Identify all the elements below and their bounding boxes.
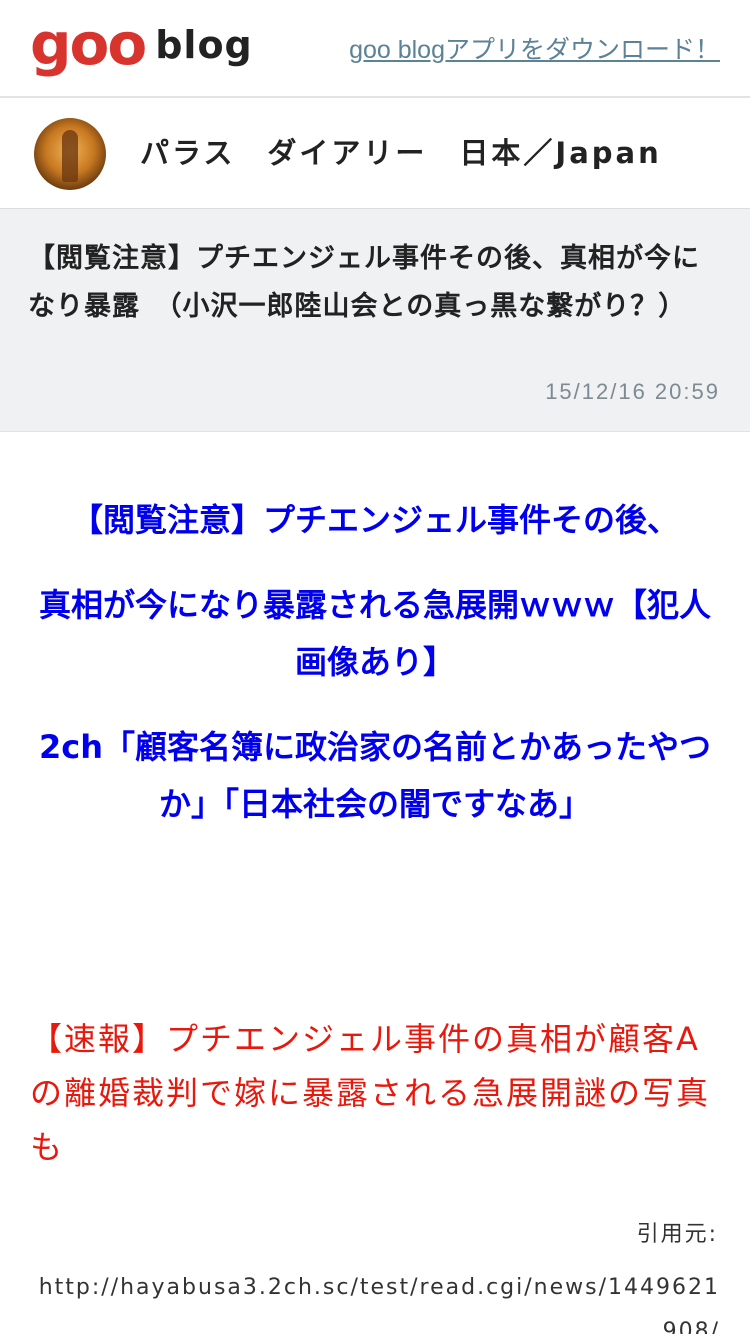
logo-blog-text: blog <box>155 23 253 67</box>
news-flash-text: 【速報】プチエンジェル事件の真相が顧客Aの離婚裁判で嫁に暴露される急展開謎の写真… <box>30 1020 711 1166</box>
headline-3: 2ch「顧客名簿に政治家の名前とかあったやつか」「日本社会の闇ですなあ」 <box>38 728 712 823</box>
source-label: 引用元: <box>636 1222 718 1247</box>
source-url: http://hayabusa3.2ch.sc/test/read.cgi/ne… <box>38 1275 720 1334</box>
headline-2: 真相が今になり暴露される急展開ｗｗｗ【犯人画像あり】 <box>38 586 711 681</box>
avatar-statue-image <box>62 130 78 182</box>
goo-blog-logo[interactable]: goo blog <box>30 14 253 74</box>
app-download-link[interactable]: goo blogアプリをダウンロード！ <box>349 30 720 66</box>
site-header: goo blog goo blogアプリをダウンロード！ <box>0 0 750 98</box>
article-title: 【閲覧注意】プチエンジェル事件その後、真相が今になり暴露 （小沢一郎陸山会との真… <box>28 243 700 322</box>
article-headlines: 【閲覧注意】プチエンジェル事件その後、 真相が今になり暴露される急展開ｗｗｗ【犯… <box>24 492 726 861</box>
blog-title[interactable]: パラス ダイアリー 日本／Japan <box>140 130 662 172</box>
blog-avatar[interactable] <box>34 118 106 190</box>
blog-title-bar[interactable]: パラス ダイアリー 日本／Japan <box>0 98 750 209</box>
headline-1: 【閲覧注意】プチエンジェル事件その後、 <box>70 501 679 539</box>
article-date: 15/12/16 20:59 <box>545 379 720 404</box>
article-header: 【閲覧注意】プチエンジェル事件その後、真相が今になり暴露 （小沢一郎陸山会との真… <box>0 209 750 432</box>
logo-goo-text: goo <box>30 10 147 78</box>
page: goo blog goo blogアプリをダウンロード！ パラス ダイアリー 日… <box>0 0 750 1334</box>
